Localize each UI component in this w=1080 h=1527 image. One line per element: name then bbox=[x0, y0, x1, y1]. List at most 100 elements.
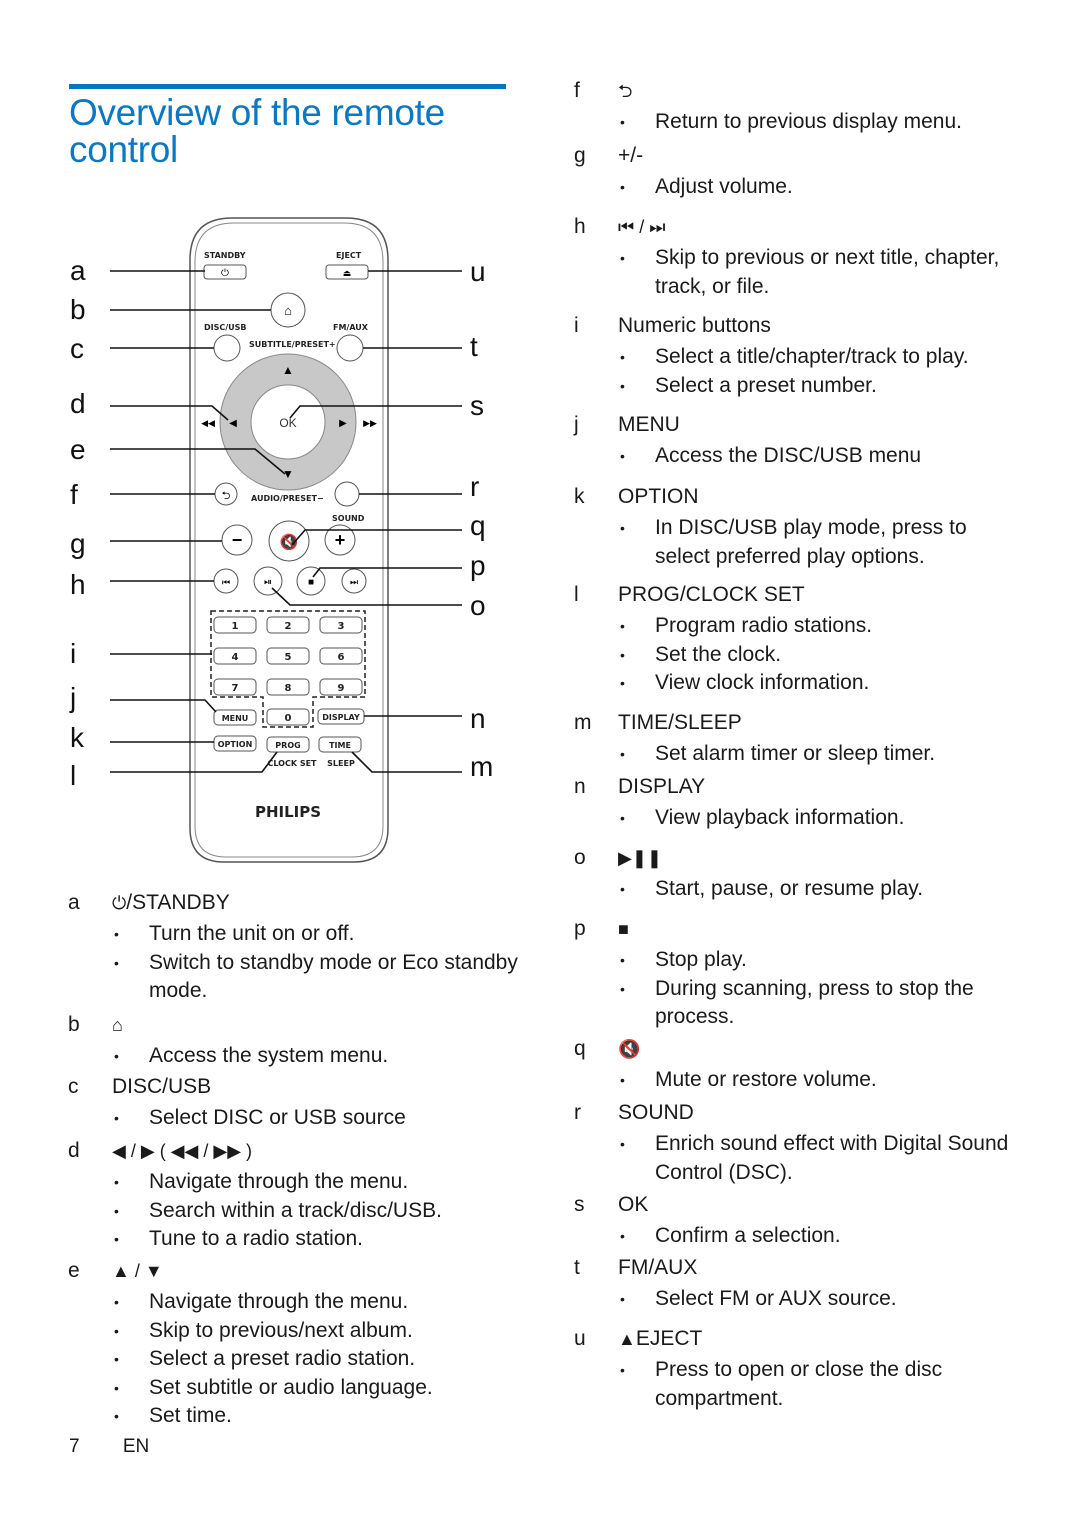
eject-label: EJECT bbox=[336, 251, 362, 260]
bullet-text: During scanning, press to stop the proce… bbox=[655, 976, 974, 1029]
callout-k: k bbox=[70, 722, 84, 753]
bullet-text: Press to open or close the disc compartm… bbox=[655, 1358, 943, 1410]
bullet-text: Switch to standby mode or Eco standby mo… bbox=[149, 950, 518, 1003]
home-icon: ⌂ bbox=[112, 1015, 123, 1035]
time-label: TIME bbox=[329, 741, 351, 750]
skip-prev-next-icon: ⏮ / ⏭ bbox=[618, 217, 666, 237]
callout-l: l bbox=[70, 760, 77, 791]
bullet-item: • Program radio stations. bbox=[618, 612, 1018, 641]
entry-heading: ▲ / ▼ bbox=[112, 1258, 163, 1284]
bullet-text: Turn the unit on or off. bbox=[149, 922, 355, 945]
home-icon: ⌂ bbox=[284, 303, 292, 318]
entry-heading: PROG/CLOCK SET bbox=[618, 582, 805, 608]
fm-aux-button bbox=[336, 334, 364, 362]
numeric-key-label: 1 bbox=[232, 621, 239, 632]
entry-heading-text: TIME/SLEEP bbox=[618, 711, 742, 734]
entry-heading-text: +/- bbox=[618, 144, 644, 167]
entry-letter: k bbox=[574, 485, 585, 508]
bullet-text: Skip to previous/next album. bbox=[149, 1318, 413, 1342]
entry-letter: b bbox=[68, 1013, 80, 1036]
entry-bullets: • Navigate through the menu. • Search withi… bbox=[112, 1168, 532, 1254]
bullet-icon: • bbox=[620, 952, 625, 968]
bullet-text: View playback information. bbox=[655, 806, 905, 829]
bullet-item: • Mute or restore volume. bbox=[618, 1066, 1018, 1095]
bullet-icon: • bbox=[114, 1294, 119, 1310]
bullet-item: • During scanning, press to stop the proc… bbox=[618, 975, 1018, 1032]
entry-heading: FM/AUX bbox=[618, 1255, 697, 1281]
prev-icon: ⏮ bbox=[222, 577, 230, 587]
bullet-item: • Switch to standby mode or Eco standby m… bbox=[112, 949, 532, 1006]
fm-aux-label: FM/AUX bbox=[333, 323, 369, 332]
play-pause-icon: ▶❚❚ bbox=[618, 848, 663, 868]
bullet-text: Confirm a selection. bbox=[655, 1224, 841, 1247]
sound-button bbox=[334, 481, 360, 507]
bullet-text: In DISC/USB play mode, press to select p… bbox=[655, 516, 967, 568]
bullet-icon: • bbox=[114, 954, 119, 971]
entry-heading-text: MENU bbox=[618, 413, 680, 436]
disc-usb-label: DISC/USB bbox=[204, 323, 247, 332]
numeric-key-label: 2 bbox=[285, 621, 292, 632]
bullet-icon: • bbox=[114, 1174, 119, 1190]
bullet-text: Program radio stations. bbox=[655, 614, 873, 637]
remote-diagram: STANDBY ⏻ EJECT ⏏ ⌂ DISC/USB FM/AUX SUBT… bbox=[0, 0, 540, 880]
entry-heading: SOUND bbox=[618, 1100, 694, 1126]
bullet-item: • Navigate through the menu. bbox=[112, 1288, 532, 1317]
entry-bullets: • Select DISC or USB source bbox=[112, 1104, 532, 1133]
bullet-icon: • bbox=[114, 1322, 119, 1339]
bullet-icon: • bbox=[620, 1228, 625, 1244]
bullet-item: • Search within a track/disc/USB. bbox=[112, 1197, 532, 1226]
entry-letter: f bbox=[574, 79, 580, 102]
bullet-item: • Enrich sound effect with Digital Sound … bbox=[618, 1130, 1018, 1187]
bullet-icon: • bbox=[620, 810, 625, 826]
entry-letter: p bbox=[574, 917, 586, 940]
power-icon: ⏻ bbox=[221, 268, 229, 279]
entry-heading: TIME/SLEEP bbox=[618, 710, 742, 736]
back-icon: ⮌ bbox=[618, 81, 633, 101]
bullet-item: • Set alarm timer or sleep timer. bbox=[618, 740, 1018, 769]
entry-heading-text: DISC/USB bbox=[112, 1075, 212, 1098]
bullet-item: • Set subtitle or audio language. bbox=[112, 1374, 532, 1403]
bullet-item: • Skip to previous/next album. bbox=[112, 1317, 532, 1346]
audio-preset-label: AUDIO/PRESET− bbox=[251, 494, 324, 503]
bullet-text: Navigate through the menu. bbox=[149, 1290, 409, 1313]
numeric-key-label: 5 bbox=[285, 652, 292, 663]
sleep-label: SLEEP bbox=[327, 759, 355, 768]
bullet-item: • In DISC/USB play mode, press to select … bbox=[618, 514, 1018, 571]
numeric-key-label: 6 bbox=[338, 652, 345, 663]
bullet-text: Return to previous display menu. bbox=[655, 110, 962, 133]
bullet-item: • Set the clock. bbox=[618, 641, 1018, 670]
bullet-text: View clock information. bbox=[655, 671, 870, 694]
callout-u: u bbox=[470, 256, 486, 287]
numeric-key-label: 7 bbox=[232, 683, 239, 694]
rewind-icon: ◀◀ bbox=[201, 418, 215, 428]
callout-m: m bbox=[470, 751, 494, 782]
entry-letter: u bbox=[574, 1327, 586, 1350]
bullet-icon: • bbox=[114, 926, 119, 942]
entry-heading: ⌂ bbox=[112, 1012, 123, 1038]
play-pause-icon: ⏯ bbox=[264, 577, 272, 588]
bullet-icon: • bbox=[620, 1362, 625, 1378]
page-number: 7 bbox=[69, 1436, 80, 1457]
bullet-icon: • bbox=[620, 675, 625, 691]
bullet-text: Set the clock. bbox=[655, 642, 782, 666]
bullet-item: • Tune to a radio station. bbox=[112, 1225, 532, 1254]
stop-icon: ■ bbox=[618, 919, 629, 939]
entry-letter: m bbox=[574, 711, 592, 734]
entry-heading: DISC/USB bbox=[112, 1074, 211, 1100]
bullet-item: • Select DISC or USB source bbox=[112, 1104, 532, 1133]
entry-heading-text: SOUND bbox=[618, 1101, 694, 1124]
plus-icon: + bbox=[335, 530, 346, 550]
up-arrow-icon: ▲ bbox=[282, 363, 294, 377]
entry-bullets: • Mute or restore volume. bbox=[618, 1066, 1018, 1095]
entry-heading-text: FM/AUX bbox=[618, 1256, 698, 1279]
stop-icon: ■ bbox=[308, 577, 314, 588]
page-footer: 7 EN bbox=[69, 1436, 187, 1458]
numeric-key-label: 0 bbox=[285, 713, 292, 724]
callout-c: c bbox=[70, 333, 84, 364]
bullet-icon: • bbox=[620, 520, 625, 536]
entry-letter: l bbox=[574, 583, 579, 606]
bullet-item: • Navigate through the menu. bbox=[112, 1168, 532, 1197]
entry-bullets: • Program radio stations. • Set the clock. •… bbox=[618, 612, 1018, 698]
callout-t: t bbox=[470, 331, 478, 362]
bullet-item: • Return to previous display menu. bbox=[618, 108, 1018, 137]
